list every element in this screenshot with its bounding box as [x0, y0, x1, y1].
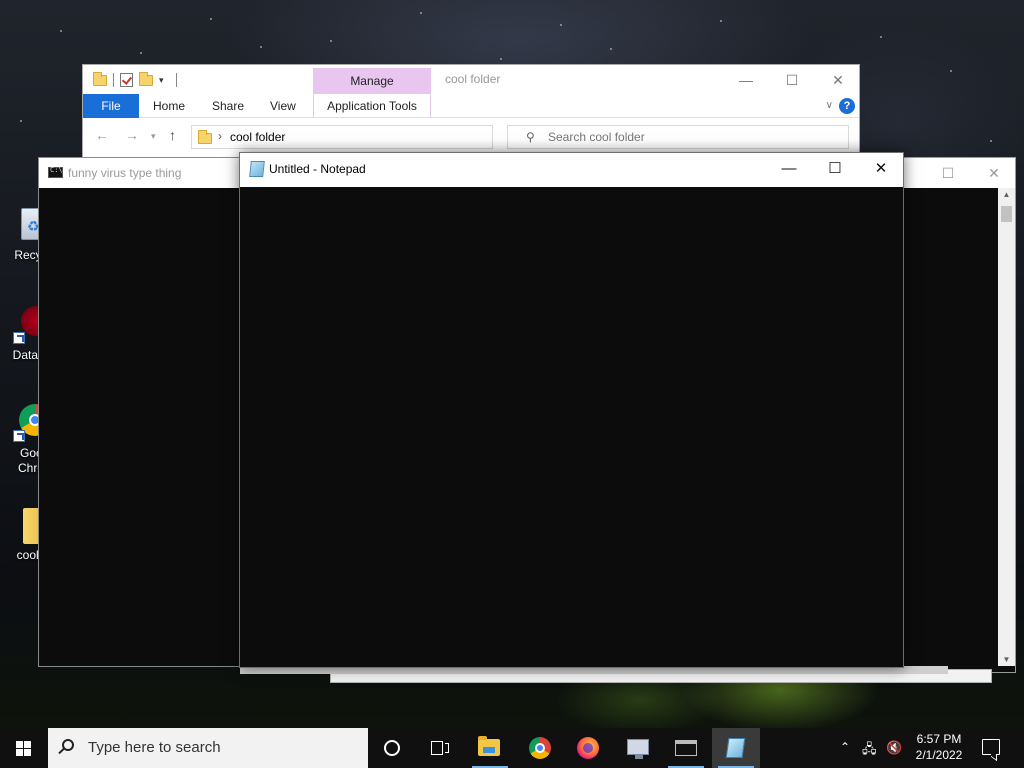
clock-time: 6:57 PM — [916, 732, 962, 746]
shortcut-arrow-icon — [13, 430, 25, 442]
ribbon-tabs: File Home Share View Application Tools ∨… — [83, 94, 859, 118]
command-prompt-icon — [675, 740, 697, 756]
tab-home[interactable]: Home — [153, 94, 185, 118]
taskbar-app-chrome[interactable] — [516, 728, 564, 768]
action-center-icon[interactable] — [982, 739, 1000, 755]
address-bar[interactable]: › cool folder — [191, 125, 493, 149]
close-button[interactable]: ✕ — [815, 68, 861, 92]
divider — [113, 73, 114, 87]
tab-application-tools[interactable]: Application Tools — [313, 94, 431, 118]
volume-muted-icon[interactable]: 🔇 — [886, 740, 902, 756]
start-button[interactable] — [0, 728, 48, 768]
tab-file[interactable]: File — [83, 94, 139, 118]
close-button[interactable]: ✕ — [858, 153, 904, 187]
properties-icon[interactable] — [120, 73, 133, 87]
windows-logo-icon — [16, 741, 32, 756]
divider — [175, 73, 177, 87]
cortana-icon — [384, 740, 400, 756]
search-icon — [62, 739, 74, 751]
minimize-button[interactable]: — — [766, 153, 812, 187]
taskbar-app-notepad[interactable] — [712, 728, 760, 768]
taskbar-search-box[interactable]: Type here to search — [48, 728, 368, 768]
search-placeholder: Search cool folder — [548, 130, 645, 144]
quick-access-toolbar: ▾ — [93, 71, 177, 89]
maximize-button[interactable]: ☐ — [812, 153, 858, 187]
taskbar-search-placeholder: Type here to search — [88, 739, 221, 756]
command-prompt-icon — [48, 166, 63, 178]
expand-ribbon-icon[interactable]: ∨ — [826, 94, 833, 118]
address-text: cool folder — [230, 130, 286, 144]
navigation-bar: ← → ▾ ↑ › cool folder ⚲ Search cool fold… — [83, 123, 859, 151]
cortana-button[interactable] — [368, 728, 416, 768]
forward-arrow-icon[interactable]: → — [125, 127, 139, 143]
close-button[interactable]: ✕ — [971, 162, 1017, 184]
scroll-thumb[interactable] — [1001, 206, 1012, 222]
shortcut-arrow-icon — [13, 332, 25, 344]
folder-icon — [198, 130, 212, 144]
taskbar-app-remote-desktop[interactable] — [614, 728, 662, 768]
console-titlebar[interactable]: funny virus type thing — [39, 158, 249, 188]
console-scrollbar[interactable]: ▲ ▼ — [998, 188, 1015, 666]
file-explorer-window[interactable]: ▾ Manage cool folder — ☐ ✕ File Home Sha… — [82, 64, 860, 164]
new-folder-icon[interactable] — [139, 71, 153, 86]
search-icon: ⚲ — [526, 130, 535, 144]
clock-date: 2/1/2022 — [915, 748, 963, 762]
console-window[interactable]: funny virus type thing — [38, 157, 250, 667]
taskbar-app-firefox[interactable] — [564, 728, 612, 768]
window-title: cool folder — [445, 72, 501, 86]
tab-view[interactable]: View — [270, 94, 296, 118]
minimize-button[interactable]: — — [723, 68, 769, 92]
notepad-icon — [249, 161, 265, 177]
system-clock[interactable]: 6:57 PM 2/1/2022 — [906, 731, 972, 763]
maximize-button[interactable]: ☐ — [925, 162, 971, 184]
notepad-titlebar[interactable]: Untitled - Notepad — ☐ ✕ — [240, 153, 903, 187]
taskbar-app-command-prompt[interactable] — [662, 728, 710, 768]
maximize-button[interactable]: ☐ — [769, 68, 815, 92]
tab-share[interactable]: Share — [212, 94, 244, 118]
notepad-window[interactable]: Untitled - Notepad — ☐ ✕ — [239, 152, 904, 668]
chevron-right-icon: › — [218, 129, 222, 143]
network-icon[interactable]: 🖧 — [862, 740, 877, 762]
folder-icon[interactable] — [93, 71, 107, 86]
chrome-icon — [529, 737, 551, 759]
firefox-icon — [577, 737, 599, 759]
recent-locations-icon[interactable]: ▾ — [151, 131, 156, 142]
chevron-up-icon[interactable]: ⌃ — [840, 740, 850, 754]
search-box[interactable]: ⚲ Search cool folder — [507, 125, 849, 149]
back-arrow-icon[interactable]: ← — [95, 127, 109, 143]
task-view-icon — [431, 741, 449, 755]
customize-qat-icon[interactable]: ▾ — [159, 75, 164, 86]
help-icon[interactable]: ? — [839, 98, 855, 114]
taskbar-app-file-explorer[interactable] — [466, 728, 514, 768]
scroll-up-icon[interactable]: ▲ — [998, 190, 1015, 199]
remote-desktop-icon — [627, 739, 649, 759]
taskbar: Type here to search ⌃ 🖧 🔇 6:57 PM 2/1/20… — [0, 728, 1024, 768]
window-title: funny virus type thing — [68, 166, 182, 180]
task-view-button[interactable] — [416, 728, 464, 768]
window-title: Untitled - Notepad — [269, 162, 366, 176]
console-output[interactable] — [39, 188, 249, 666]
scroll-down-icon[interactable]: ▼ — [998, 655, 1015, 664]
notepad-icon — [725, 738, 746, 758]
file-explorer-icon — [478, 736, 500, 756]
explorer-titlebar[interactable]: ▾ Manage cool folder — ☐ ✕ — [83, 65, 859, 94]
up-arrow-icon[interactable]: ↑ — [169, 127, 176, 143]
tab-manage[interactable]: Manage — [313, 68, 431, 94]
notepad-text-area[interactable] — [240, 187, 903, 667]
